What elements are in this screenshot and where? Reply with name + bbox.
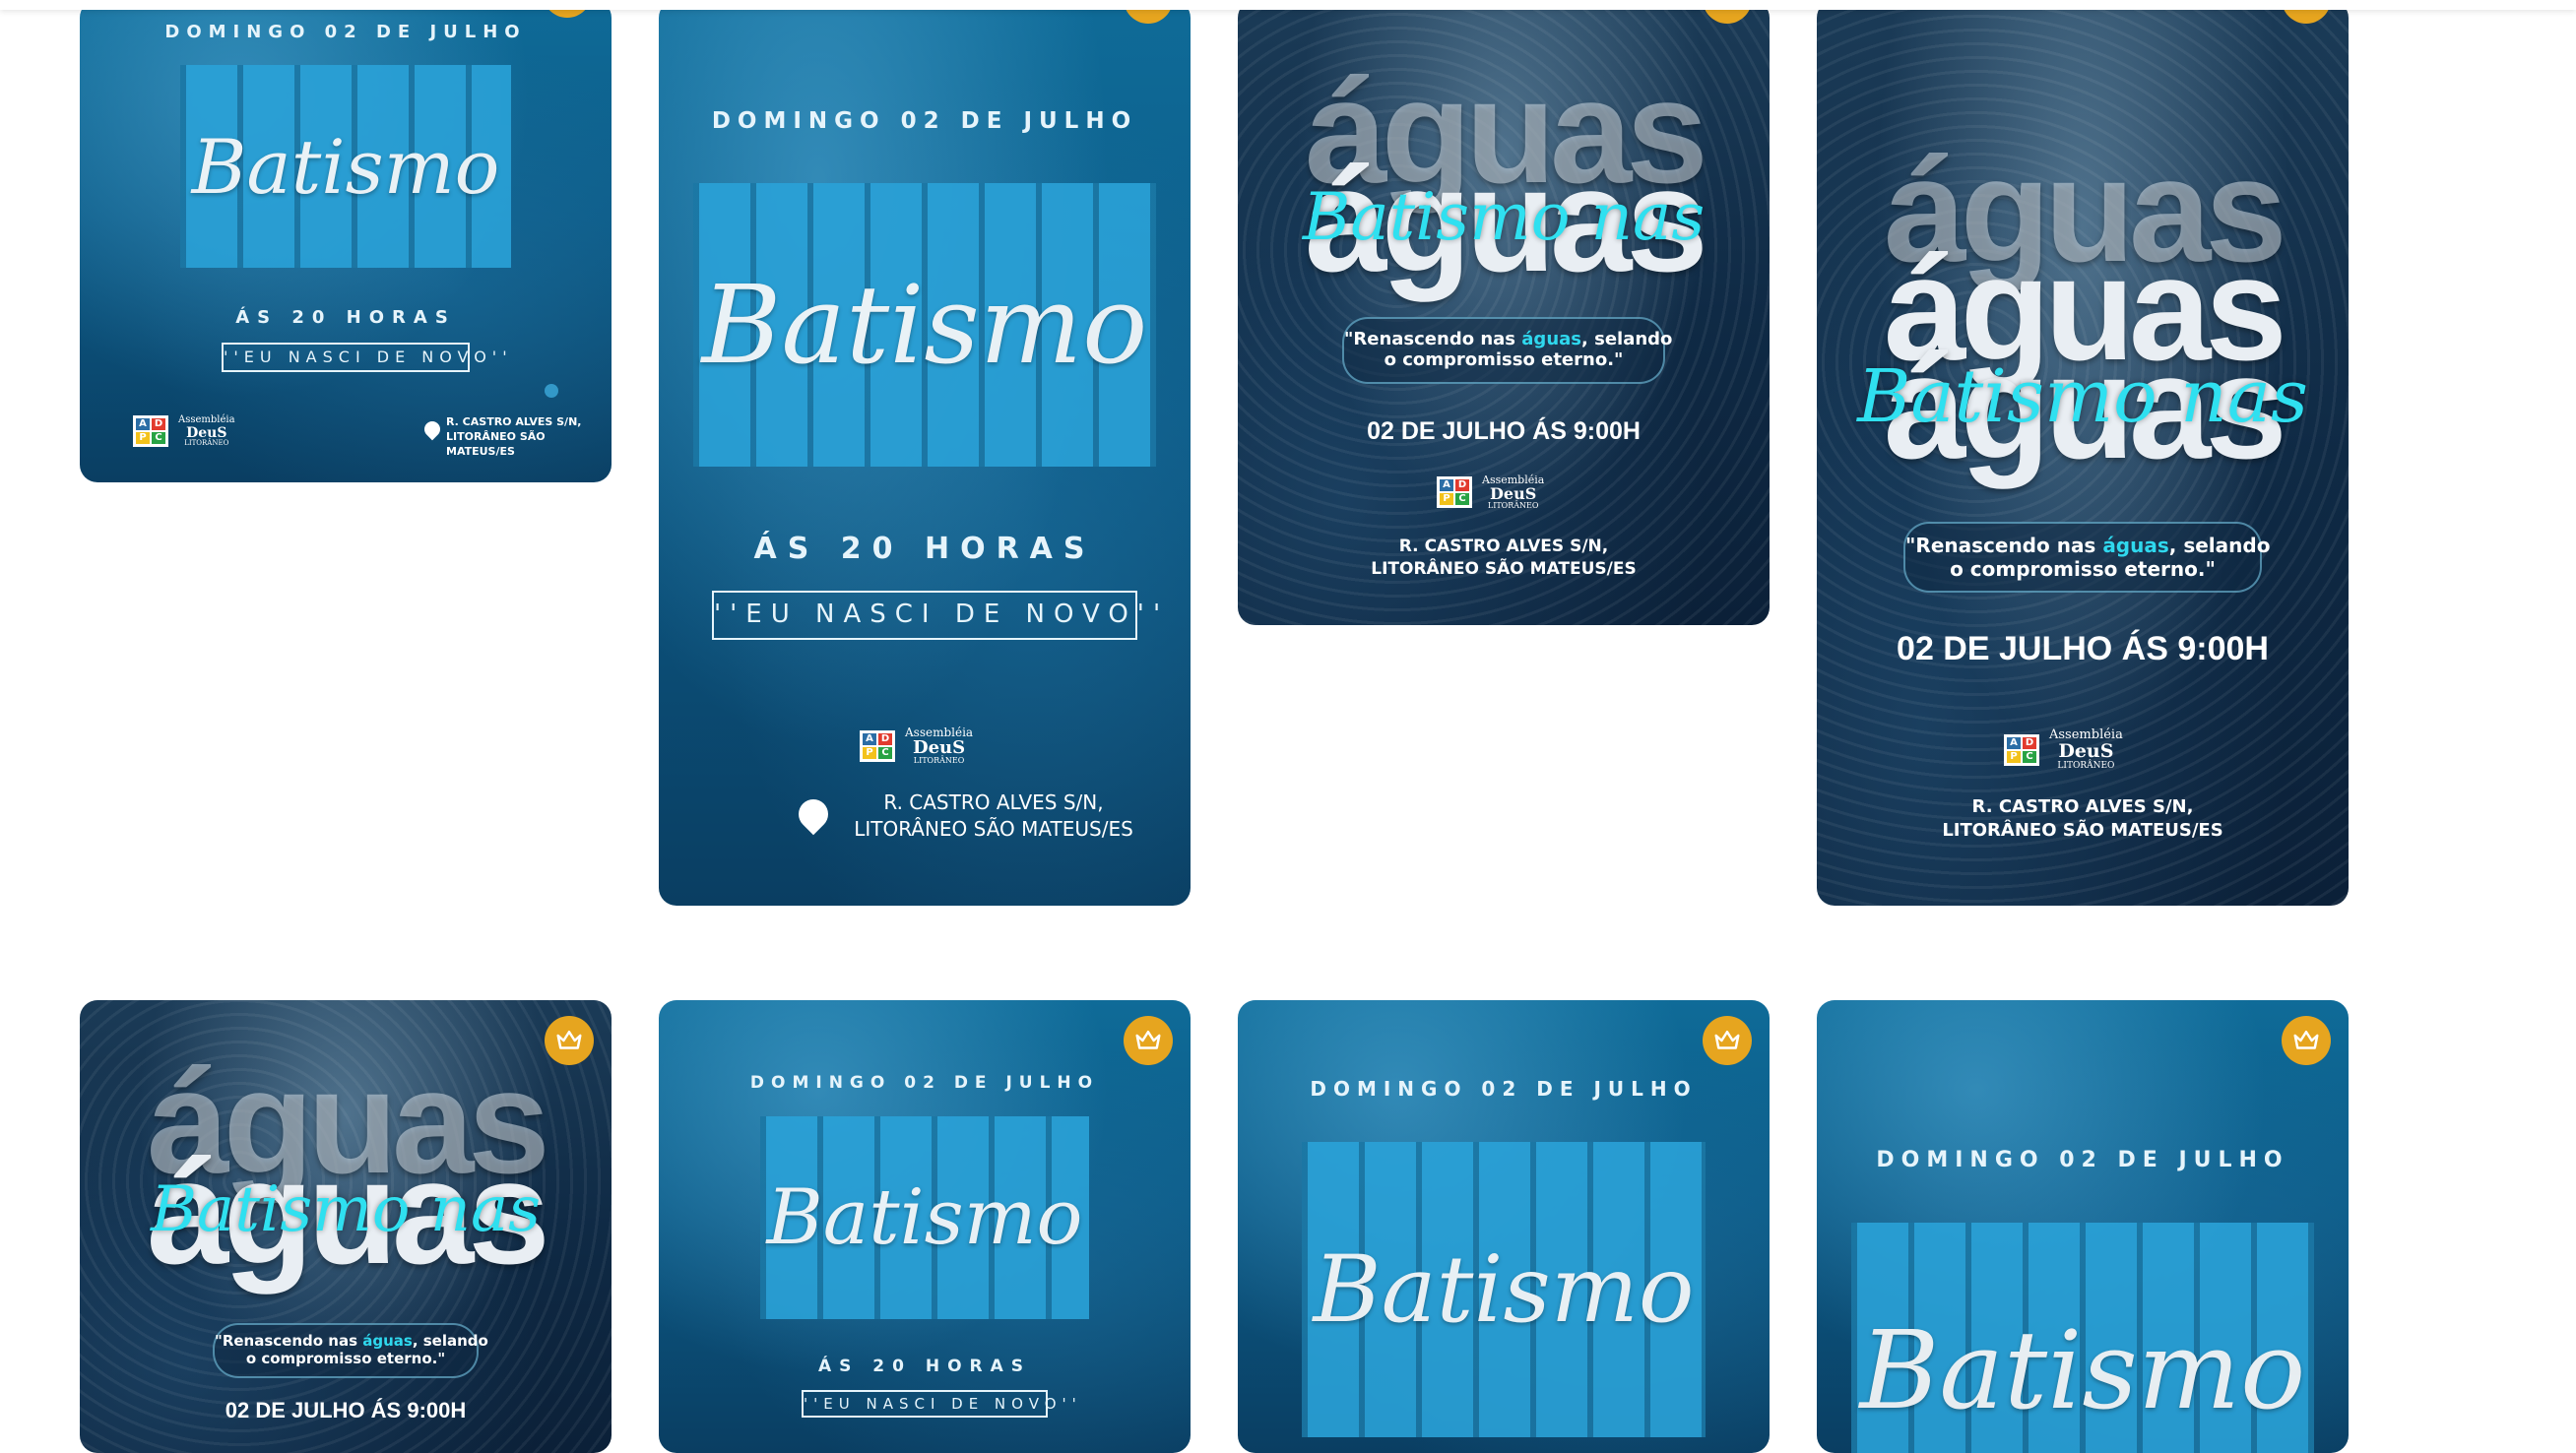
location-pin-icon	[792, 792, 835, 836]
event-hours: ÁS 20 HORAS	[235, 307, 456, 328]
template-card-batismo-story[interactable]: DOMINGO 02 DE JULHO Batismo ÁS 20 HORAS …	[659, 0, 1191, 906]
bubble-decoration	[545, 384, 558, 398]
slogan-box: ''EU NASCI DE NOVO''	[802, 1390, 1076, 1418]
crown-icon	[556, 1031, 582, 1049]
title-block: Batismo	[760, 1116, 1089, 1319]
address: R. CASTRO ALVES S/N, LITORÂNEO SÃO MATEU…	[854, 790, 1133, 841]
address: R. CASTRO ALVES S/N, LITORÂNEO SÃO MATEU…	[420, 415, 612, 460]
crown-icon	[1135, 1031, 1161, 1049]
event-date: DOMINGO 02 DE JULHO	[1310, 1077, 1698, 1101]
quote-pill: "Renascendo nas águas, selando o comprom…	[213, 1323, 488, 1378]
event-when: 02 DE JULHO ÁS 9:00H	[1897, 630, 2269, 667]
event-date: DOMINGO 02 DE JULHO	[749, 1073, 1100, 1093]
script-title: Batismo nas	[1857, 354, 2308, 439]
template-card-aguas-story[interactable]: águas águas águas Batismo nas "Renascend…	[1817, 0, 2349, 906]
event-date: DOMINGO 02 DE JULHO	[164, 22, 527, 42]
premium-badge	[2282, 1016, 2331, 1065]
slogan-box: ''EU NASCI DE NOVO''	[712, 591, 1160, 640]
script-title: Batismo	[1859, 1307, 2306, 1433]
quote-pill: "Renascendo nas águas, selando o comprom…	[1903, 522, 2270, 593]
event-hours: ÁS 20 HORAS	[817, 1357, 1032, 1376]
church-logo: ADPC Assembléia DeuS LITORÂNEO	[860, 726, 973, 766]
location-pin-icon	[420, 417, 444, 441]
crown-icon	[2293, 1031, 2319, 1049]
title-block: Batismo	[693, 183, 1156, 467]
address: R. CASTRO ALVES S/N, LITORÂNEO SÃO MATEU…	[1942, 796, 2223, 842]
title-block: Batismo	[180, 65, 511, 268]
event-when: 02 DE JULHO ÁS 9:00H	[225, 1398, 467, 1422]
quote-pill: "Renascendo nas águas, selando o comprom…	[1342, 317, 1672, 384]
script-title: Batismo nas	[1302, 179, 1706, 255]
church-logo: ADPC Assembléia DeuS LITORÂNEO	[133, 414, 235, 448]
template-card-batismo-feed[interactable]: DOMINGO 02 DE JULHO Batismo ÁS 20 HORAS …	[659, 1000, 1191, 1453]
template-card-batismo-square[interactable]: DOMINGO 02 DE JULHO Batismo ÁS 20 HORAS …	[80, 0, 612, 482]
crown-icon	[1714, 1031, 1740, 1049]
church-logo: ADPC Assembléia DeuS LITORÂNEO	[2004, 728, 2123, 771]
script-title: Batismo	[701, 262, 1148, 388]
template-card-aguas-portrait[interactable]: águas águas Batismo nas "Renascendo nas …	[1238, 0, 1770, 625]
premium-badge	[545, 1016, 594, 1065]
script-title: Batismo	[766, 1173, 1083, 1262]
event-hours: ÁS 20 HORAS	[753, 532, 1096, 566]
event-date: DOMINGO 02 DE JULHO	[1876, 1148, 2289, 1172]
script-title: Batismo nas	[151, 1173, 541, 1246]
script-title: Batismo	[1313, 1235, 1695, 1344]
event-when: 02 DE JULHO ÁS 9:00H	[1367, 417, 1641, 445]
event-date: DOMINGO 02 DE JULHO	[711, 108, 1138, 134]
premium-badge	[1703, 1016, 1752, 1065]
template-card-aguas-square[interactable]: águas águas Batismo nas "Renascendo nas …	[80, 1000, 612, 1453]
title-block: Batismo	[1302, 1142, 1706, 1437]
premium-badge	[1124, 1016, 1173, 1065]
script-title: Batismo	[191, 122, 500, 211]
address: R. CASTRO ALVES S/N, LITORÂNEO SÃO MATEU…	[1371, 537, 1637, 579]
slogan-box: ''EU NASCI DE NOVO''	[222, 343, 507, 372]
template-card-batismo-feed-2[interactable]: DOMINGO 02 DE JULHO Batismo	[1238, 1000, 1770, 1453]
top-bar	[0, 0, 2576, 10]
title-block: Batismo	[1851, 1223, 2314, 1453]
template-card-batismo-feed-3[interactable]: DOMINGO 02 DE JULHO Batismo	[1817, 1000, 2349, 1453]
church-logo: ADPC Assembléia DeuS LITORÂNEO	[1437, 474, 1544, 511]
